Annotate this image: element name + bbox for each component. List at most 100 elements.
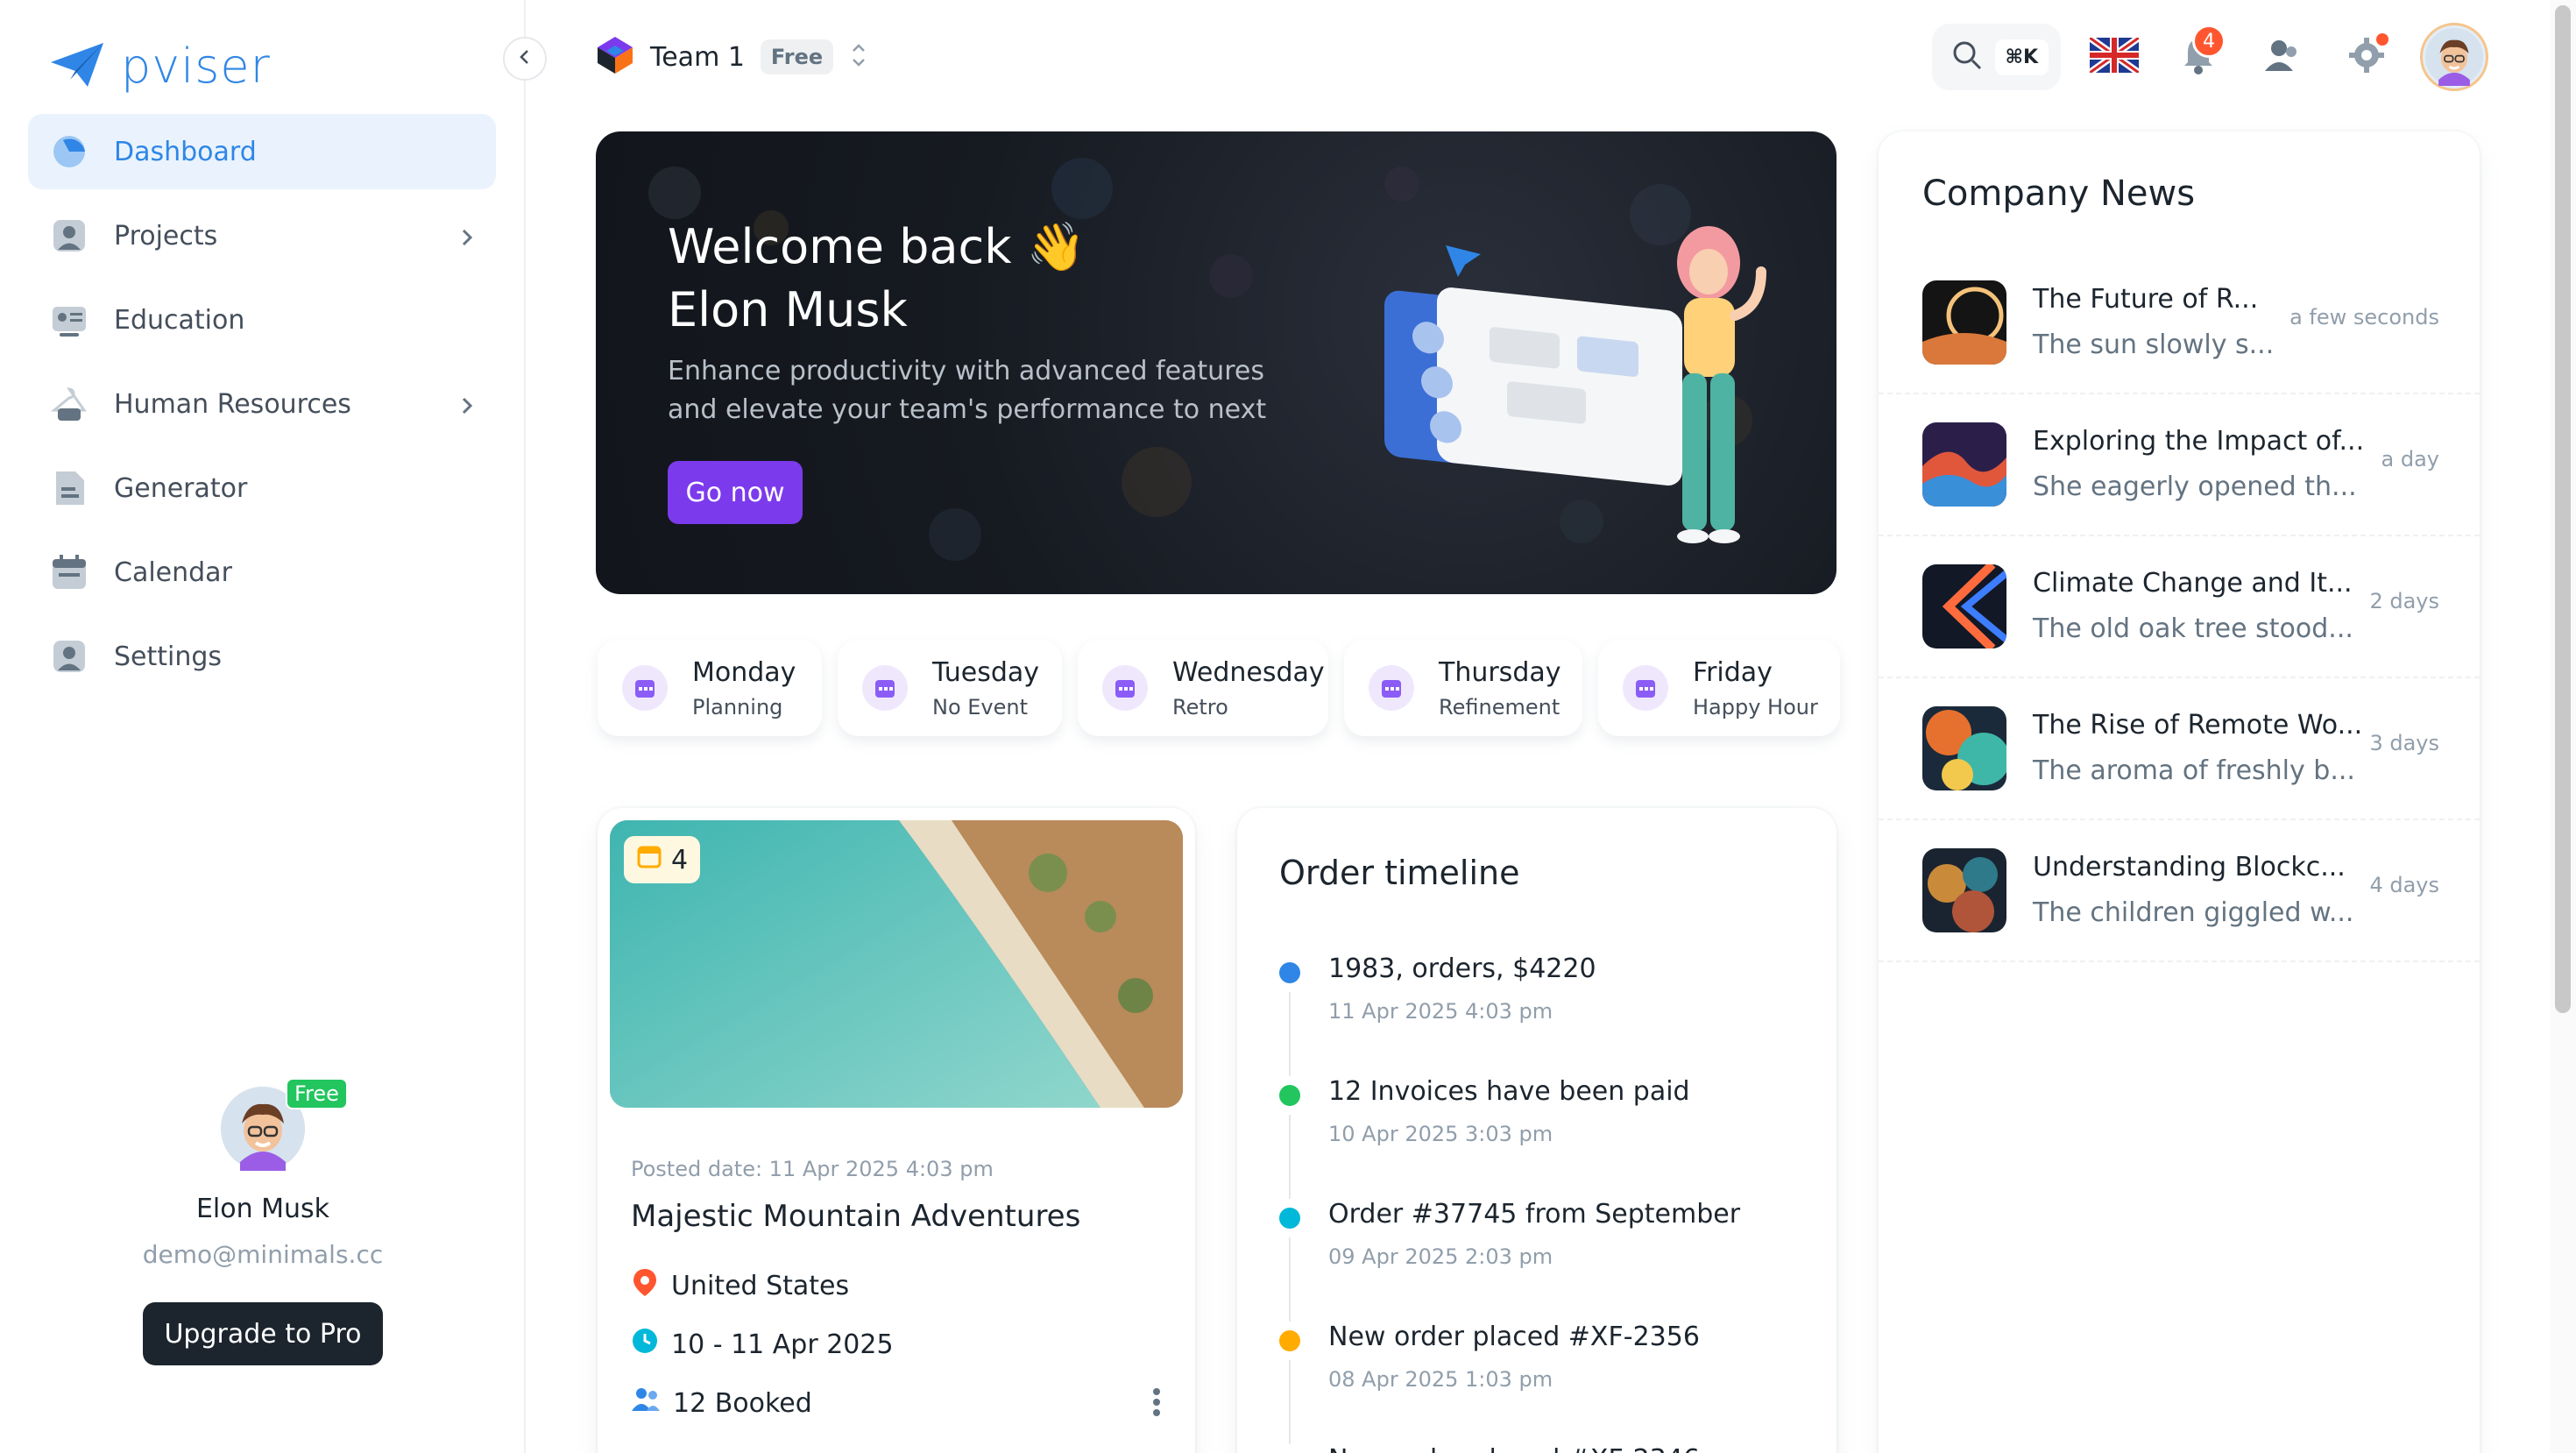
welcome-description: Enhance productivity with advanced featu… bbox=[668, 356, 1267, 425]
day-card[interactable]: Monday Planning bbox=[598, 640, 822, 736]
news-headline: Exploring the Impact of... bbox=[2033, 426, 2365, 457]
tour-card: 4 Posted date: 11 Apr 2025 4:03 pm Majes… bbox=[598, 808, 1195, 1453]
timeline-text: 1983, orders, $4220 bbox=[1328, 953, 1596, 984]
news-item[interactable]: Exploring the Impact of... She eagerly o… bbox=[1879, 394, 2480, 536]
order-timeline-title: Order timeline bbox=[1279, 854, 1520, 892]
day-name: Thursday bbox=[1439, 656, 1561, 688]
welcome-illustration bbox=[1384, 226, 1766, 543]
sidebar-item-education[interactable]: Education bbox=[28, 282, 496, 358]
location-pin-icon bbox=[631, 1267, 659, 1304]
day-name: Monday bbox=[692, 656, 796, 688]
sidebar: pviser Dashboard Projects Education Huma… bbox=[0, 0, 526, 1453]
day-event: No Event bbox=[932, 694, 1029, 719]
news-thumbnail bbox=[1922, 422, 2006, 507]
users-icon bbox=[2263, 38, 2302, 76]
more-options-button[interactable] bbox=[1151, 1386, 1162, 1421]
calendar-icon bbox=[636, 843, 662, 876]
news-thumbnail bbox=[1922, 706, 2006, 790]
contacts-button[interactable] bbox=[2252, 26, 2313, 88]
tour-image[interactable]: 4 bbox=[610, 820, 1183, 1108]
timeline-connector bbox=[1289, 1115, 1291, 1199]
tour-dates: 10 - 11 Apr 2025 bbox=[631, 1327, 894, 1362]
tour-title[interactable]: Majestic Mountain Adventures bbox=[631, 1199, 1080, 1234]
sidebar-item-label: Calendar bbox=[114, 556, 232, 588]
timeline-text: New order placed #XF-2356 bbox=[1328, 1322, 1700, 1352]
user-icon bbox=[51, 638, 88, 675]
chevron-up-down-icon bbox=[849, 40, 868, 74]
tour-booked: 12 Booked bbox=[631, 1386, 812, 1420]
user-name: Elon Musk bbox=[195, 1194, 330, 1224]
timeline-dot bbox=[1279, 1208, 1300, 1229]
clock-icon bbox=[631, 1327, 659, 1362]
news-headline: Understanding Blockc... bbox=[2033, 852, 2346, 882]
welcome-title: Welcome back 👋 Elon Musk bbox=[668, 216, 1086, 342]
settings-button[interactable] bbox=[2336, 26, 2397, 88]
day-card[interactable]: Friday Happy Hour bbox=[1598, 640, 1840, 736]
company-news-title: Company News bbox=[1922, 174, 2196, 214]
news-item[interactable]: Understanding Blockc... The children gig… bbox=[1879, 820, 2480, 962]
sidebar-item-dashboard[interactable]: Dashboard bbox=[28, 114, 496, 189]
avatar-face-icon bbox=[2425, 28, 2483, 86]
file-icon bbox=[51, 470, 88, 507]
week-events: Monday Planning Tuesday No Event Wednesday… bbox=[598, 640, 1840, 736]
day-name: Tuesday bbox=[932, 656, 1040, 688]
chevron-right-icon bbox=[456, 393, 477, 423]
search-button[interactable]: ⌘K bbox=[1931, 24, 2061, 90]
day-name: Friday bbox=[1693, 656, 1773, 688]
day-card[interactable]: Wednesday Retro bbox=[1078, 640, 1328, 736]
order-timeline-card: Order timeline 1983, orders, $4220 11 Ap… bbox=[1237, 808, 1836, 1453]
sidebar-item-label: Human Resources bbox=[114, 388, 351, 420]
day-event: Happy Hour bbox=[1693, 694, 1818, 719]
logo[interactable]: pviser bbox=[49, 39, 271, 94]
day-card[interactable]: Thursday Refinement bbox=[1344, 640, 1582, 736]
tour-location: United States bbox=[631, 1267, 849, 1304]
account-avatar[interactable] bbox=[2420, 23, 2488, 91]
timeline-time: 10 Apr 2025 3:03 pm bbox=[1328, 1122, 1553, 1146]
sidebar-item-label: Dashboard bbox=[114, 136, 257, 167]
timeline-dot bbox=[1279, 1330, 1300, 1351]
welcome-banner: Welcome back 👋 Elon Musk Enhance product… bbox=[596, 131, 1836, 594]
sidebar-item-label: Education bbox=[114, 304, 245, 336]
avatar[interactable]: Free bbox=[221, 1078, 348, 1171]
timeline-text: Order #37745 from September bbox=[1328, 1199, 1741, 1230]
page-scrollbar[interactable] bbox=[2550, 0, 2576, 1453]
plan-badge: Free bbox=[286, 1078, 348, 1109]
tour-count: 4 bbox=[671, 844, 689, 875]
sidebar-item-human-resources[interactable]: Human Resources bbox=[28, 366, 496, 442]
team-logo-icon bbox=[596, 35, 634, 79]
upgrade-button[interactable]: Upgrade to Pro bbox=[143, 1302, 383, 1365]
collapse-sidebar-button[interactable] bbox=[503, 37, 547, 81]
chevron-right-icon bbox=[456, 224, 477, 255]
calendar-icon bbox=[622, 665, 668, 711]
sidebar-item-label: Projects bbox=[114, 220, 218, 252]
paper-plane-icon bbox=[49, 41, 105, 92]
scrollbar-thumb[interactable] bbox=[2555, 5, 2571, 1013]
team-switcher[interactable]: Team 1 Free bbox=[596, 35, 868, 79]
chevron-left-icon bbox=[516, 48, 534, 69]
day-card[interactable]: Tuesday No Event bbox=[838, 640, 1062, 736]
calendar-icon bbox=[1369, 665, 1414, 711]
language-button[interactable] bbox=[2084, 26, 2145, 88]
news-snippet: The old oak tree stood... bbox=[2033, 613, 2353, 644]
timeline-time: 11 Apr 2025 4:03 pm bbox=[1328, 999, 1553, 1024]
sidebar-nav: Dashboard Projects Education Human Resou… bbox=[28, 114, 496, 703]
sidebar-item-projects[interactable]: Projects bbox=[28, 198, 496, 273]
sidebar-item-settings[interactable]: Settings bbox=[28, 619, 496, 694]
news-item[interactable]: Climate Change and It... The old oak tre… bbox=[1879, 536, 2480, 678]
news-snippet: She eagerly opened th... bbox=[2033, 471, 2357, 502]
notifications-button[interactable]: 4 bbox=[2168, 25, 2229, 88]
tour-location-text: United States bbox=[671, 1270, 850, 1301]
sidebar-item-calendar[interactable]: Calendar bbox=[28, 535, 496, 610]
go-now-button[interactable]: Go now bbox=[668, 461, 803, 524]
timeline-text: 12 Invoices have been paid bbox=[1328, 1076, 1690, 1107]
header-actions: ⌘K 4 bbox=[1931, 23, 2488, 91]
uk-flag-icon bbox=[2087, 34, 2141, 76]
news-item[interactable]: The Rise of Remote Wo... The aroma of fr… bbox=[1879, 678, 2480, 820]
day-event: Retro bbox=[1172, 694, 1228, 719]
timeline-time: 08 Apr 2025 1:03 pm bbox=[1328, 1367, 1553, 1392]
sidebar-item-generator[interactable]: Generator bbox=[28, 450, 496, 526]
user-icon bbox=[51, 217, 88, 254]
news-headline: Climate Change and It... bbox=[2033, 568, 2353, 599]
team-plan-badge: Free bbox=[760, 39, 834, 74]
news-item[interactable]: The Future of R... The sun slowly s... a… bbox=[1879, 252, 2480, 394]
